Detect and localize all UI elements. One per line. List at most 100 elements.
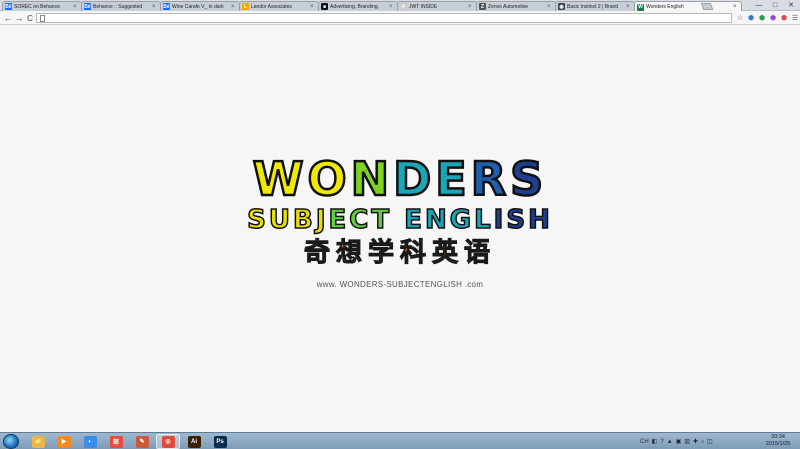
tab-label: JWT INSIDE (409, 3, 438, 10)
tab-strip: Bē SOREC on Behance × Bē Behance :: Suggeste… (0, 0, 800, 12)
browser-toolbar: ← → C ☆ ⬢ ⬢ ⬢ ⬢ ☰ (0, 11, 800, 25)
logo-letter: E (403, 205, 425, 235)
tab-label: Zenvo Automotive (488, 3, 529, 10)
logo-letter: G (449, 205, 475, 235)
taskbar-app-chrome[interactable]: ◎ (156, 434, 180, 449)
tab-label: Wine Carafe V_ in dark (172, 3, 224, 10)
tab-label: Behance :: Suggested (93, 3, 143, 10)
tab[interactable]: Bē Behance :: Suggested × (81, 1, 161, 11)
bookmark-star-icon[interactable]: ☆ (736, 14, 744, 22)
close-icon[interactable]: × (733, 4, 739, 10)
logo-letter: U (268, 205, 294, 235)
close-icon[interactable]: × (231, 4, 237, 10)
tray-icon[interactable]: CH (640, 439, 649, 445)
close-window-button[interactable]: ✕ (784, 0, 798, 10)
close-icon[interactable]: × (152, 4, 158, 10)
new-tab-button[interactable] (700, 3, 714, 10)
close-icon[interactable]: × (310, 4, 316, 10)
tab[interactable]: ■ Advertising, Branding, × (318, 1, 398, 11)
logo-letter: J (315, 205, 329, 235)
logo-letter: B (292, 205, 316, 235)
foxmail-icon: 邮 (109, 435, 123, 448)
taskbar-app-paint[interactable]: ✎ (130, 434, 154, 449)
logo-letter: D (392, 152, 436, 206)
behance-icon: Bē (163, 3, 170, 10)
wonders-logo: WONDERS SUBJECT ENGLISH 奇想学科英语 www. WOND… (0, 155, 800, 289)
clock-date: 2015/1/25 (765, 441, 791, 447)
tray-icon[interactable]: ♪ (701, 439, 704, 445)
agency-icon: ■ (321, 3, 328, 10)
start-button[interactable] (3, 434, 19, 449)
back-icon[interactable]: ← (3, 13, 13, 23)
taskbar-app-qq[interactable]: ◐ (78, 434, 102, 449)
qq-icon: ◐ (83, 435, 97, 448)
logo-letter: N (424, 205, 450, 235)
tray-icon[interactable]: ✚ (693, 438, 698, 445)
taskbar-app-illustrator[interactable]: Ai (182, 434, 206, 449)
extension-icon[interactable]: ⬢ (758, 14, 766, 22)
close-icon[interactable]: × (547, 4, 553, 10)
clock-time: 20:34 (771, 434, 785, 440)
url-input[interactable] (49, 14, 709, 22)
taskbar-app-media-player[interactable]: ▶ (52, 434, 76, 449)
tab[interactable]: ✦ JWT INSIDE × (397, 1, 477, 11)
logo-letter: E (434, 152, 471, 206)
address-bar[interactable] (36, 13, 732, 23)
logo-letter: W (251, 152, 308, 206)
tab-label: Basic Instinct 2 | Brand (567, 3, 619, 10)
tab-label: Landor Associates (251, 3, 292, 10)
taskbar-app-photoshop[interactable]: Ps (208, 434, 232, 449)
tab[interactable]: Bē SOREC on Behance × (2, 1, 82, 11)
extension-icon[interactable]: ⬢ (780, 14, 788, 22)
logo-letter: E (328, 205, 350, 235)
tab[interactable]: Z Zenvo Automotive × (476, 1, 556, 11)
tab[interactable]: ◉ Basic Instinct 2 | Brand × (555, 1, 635, 11)
logo-letter: T (371, 205, 393, 235)
close-icon[interactable]: × (389, 4, 395, 10)
wonders-icon: W (637, 3, 644, 11)
logo-letter: R (469, 152, 511, 206)
photoshop-icon: Ps (213, 435, 227, 448)
tab[interactable]: Bē Wine Carafe V_ in dark × (160, 1, 240, 11)
tray-icon[interactable]: ◫ (707, 438, 713, 445)
taskbar-app-foxmail[interactable]: 邮 (104, 434, 128, 449)
minimize-button[interactable]: — (752, 0, 766, 10)
tab[interactable]: L Landor Associates × (239, 1, 319, 11)
tray-icon[interactable]: ▣ (676, 438, 682, 445)
reload-icon[interactable]: C (25, 13, 35, 23)
maximize-button[interactable]: □ (768, 0, 782, 10)
tray-icon[interactable]: ▥ (684, 438, 690, 445)
logo-letter (392, 205, 404, 235)
close-icon[interactable]: × (626, 4, 632, 10)
clock[interactable]: 20:34 2015/1/25 (760, 434, 796, 448)
site-url[interactable]: www. WONDERS-SUBJECTENGLISH .com (0, 280, 800, 289)
behance-icon: Bē (5, 3, 12, 10)
tray-icon[interactable]: ? (660, 439, 663, 445)
zenvo-icon: Z (479, 3, 486, 10)
tray-icon[interactable]: ▲ (667, 439, 673, 445)
page-content: WONDERS SUBJECT ENGLISH 奇想学科英语 www. WOND… (0, 26, 800, 432)
logo-letter: S (506, 205, 529, 235)
logo-letter: S (509, 152, 548, 206)
tab-label: Advertising, Branding, (330, 3, 379, 10)
forward-icon[interactable]: → (14, 13, 24, 23)
paint-icon: ✎ (135, 435, 149, 448)
close-icon[interactable]: × (468, 4, 474, 10)
extension-icon[interactable]: ⬢ (769, 14, 777, 22)
logo-letter: O (306, 152, 351, 206)
jwt-icon: ✦ (400, 3, 407, 10)
system-tray: CH ◧? ▲ ▣ ▥ ✚ ♪ ◫ (640, 435, 713, 448)
close-icon[interactable]: × (73, 4, 79, 10)
logo-letter: S (246, 205, 269, 235)
logo-letter: C (349, 205, 372, 235)
landor-icon: L (242, 3, 249, 10)
extension-icon[interactable]: ⬢ (747, 14, 755, 22)
menu-icon[interactable]: ☰ (791, 14, 799, 22)
media-player-icon: ▶ (57, 435, 71, 448)
windows-taskbar: CH ◧? ▲ ▣ ▥ ✚ ♪ ◫ 20:34 2015/1/25 📁 ▶ ◐ 邮 ✎ ◎ Ai Ps (0, 432, 800, 449)
behance-icon: Bē (84, 3, 91, 10)
illustrator-icon: Ai (187, 435, 201, 448)
tray-icon[interactable]: ◧ (652, 438, 658, 445)
taskbar-app-explorer[interactable]: 📁 (26, 434, 50, 449)
logo-wonders: WONDERS (251, 155, 548, 204)
